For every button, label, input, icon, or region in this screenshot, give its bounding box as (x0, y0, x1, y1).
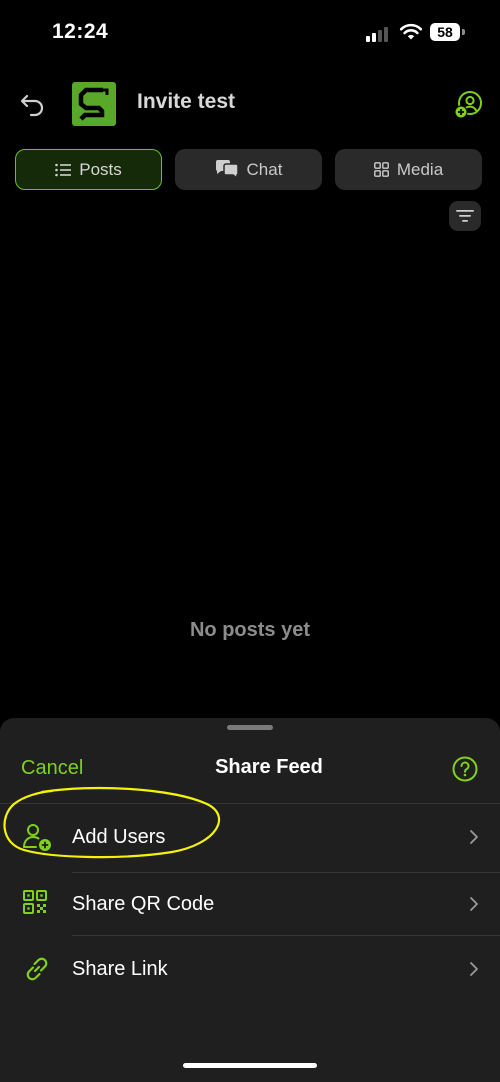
chevron-right-icon (470, 962, 478, 976)
battery-tip (462, 29, 465, 35)
list-item-label: Share QR Code (72, 893, 215, 915)
empty-state-text: No posts yet (189, 619, 311, 641)
add-member-icon[interactable] (453, 90, 483, 120)
home-indicator (183, 1063, 317, 1068)
battery-indicator: 58 (430, 23, 460, 41)
link-icon (26, 957, 48, 981)
status-time: 12:24 (52, 20, 109, 43)
tab-media[interactable]: Media (335, 149, 482, 190)
chevron-right-icon (470, 897, 478, 911)
back-arrow-icon[interactable] (18, 89, 48, 119)
app-logo-icon (72, 82, 116, 126)
filter-icon (456, 210, 474, 222)
filter-button[interactable] (449, 201, 481, 231)
qr-code-icon (23, 890, 47, 914)
chat-bubbles-icon (215, 159, 239, 179)
chevron-right-icon (470, 830, 478, 844)
highlight-annotation (3, 786, 220, 859)
tab-chat[interactable]: Chat (175, 149, 322, 190)
wifi-icon (399, 23, 423, 40)
feed-title: Invite test (137, 90, 236, 113)
cellular-signal-icon (366, 26, 392, 42)
list-item-share-link[interactable]: Share Link (0, 938, 500, 1000)
help-icon[interactable] (452, 756, 478, 782)
tab-media-label: Media (396, 159, 444, 179)
list-item-label: Share Link (72, 958, 168, 980)
row-divider (72, 935, 500, 936)
tab-chat-label: Chat (246, 159, 283, 179)
sheet-grabber[interactable] (227, 725, 273, 730)
grid-icon (373, 162, 389, 177)
list-item-share-qr-code[interactable]: Share QR Code (0, 873, 500, 935)
sheet-title: Share Feed (215, 756, 323, 778)
list-icon (55, 163, 72, 176)
tab-posts[interactable]: Posts (15, 149, 162, 190)
tab-posts-label: Posts (79, 159, 122, 179)
